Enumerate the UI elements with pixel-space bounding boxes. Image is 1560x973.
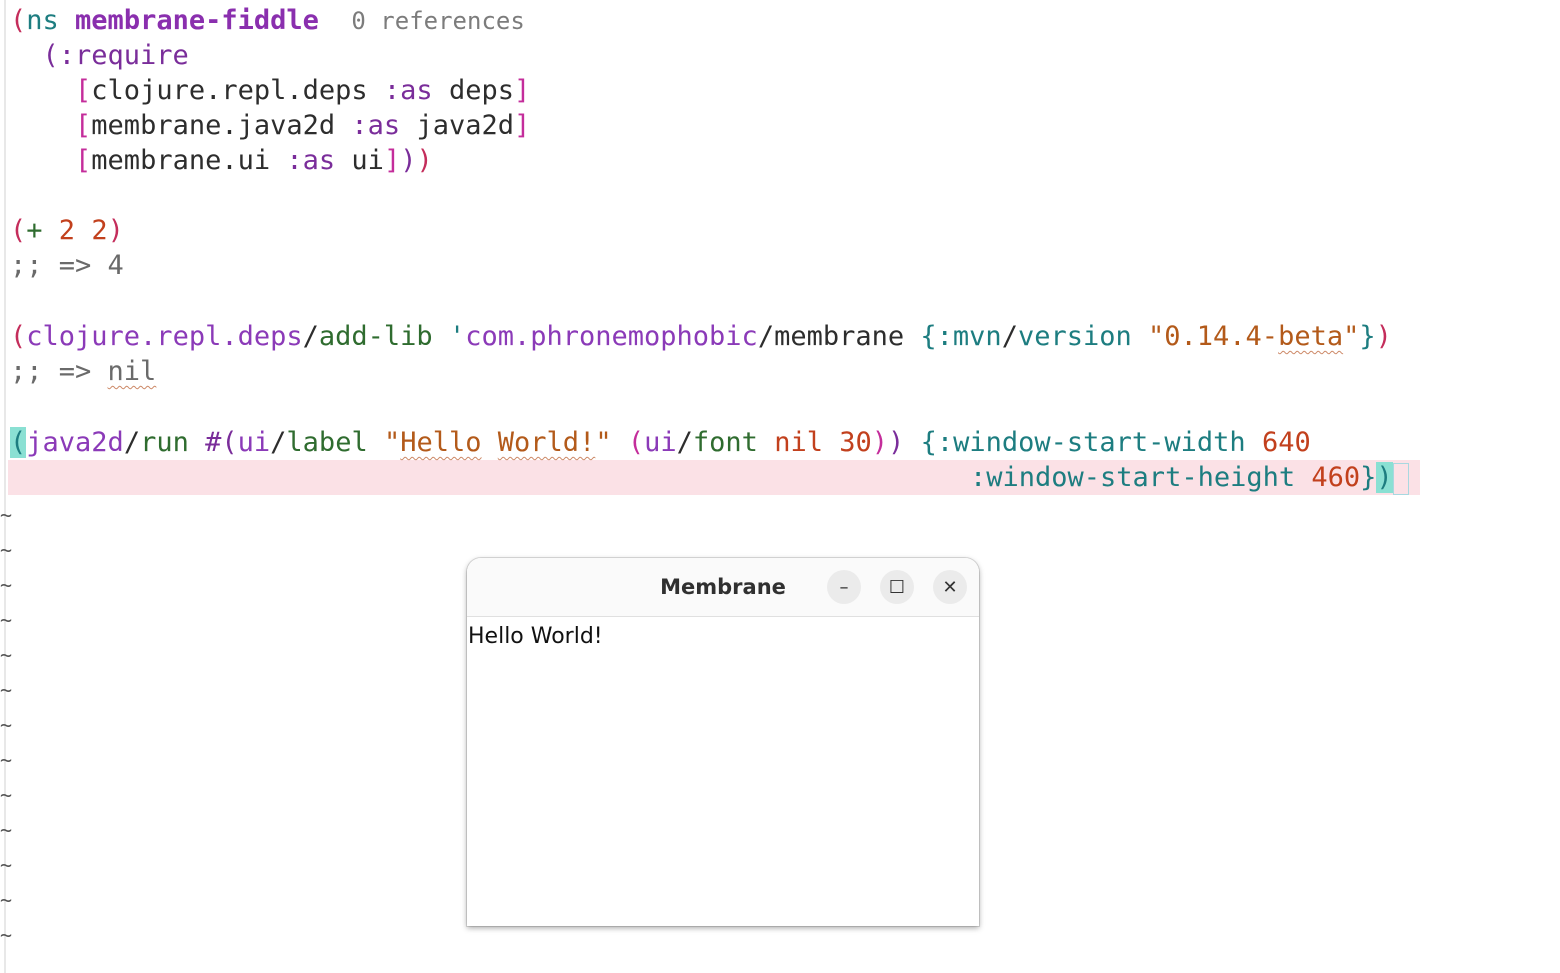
alias: deps	[448, 75, 514, 106]
code-line-addlib[interactable]: (clojure.repl.deps/add-lib 'com.phronemo…	[10, 319, 1392, 354]
lib-artifact: membrane	[774, 321, 905, 352]
lib-name: membrane.ui	[91, 145, 271, 176]
as-keyword: :as	[286, 145, 336, 176]
empty-line-marker: ~	[0, 748, 13, 772]
ns-name: membrane-fiddle	[75, 5, 319, 36]
lib-group: com.phronemophobic	[465, 321, 758, 352]
code-line-req3[interactable]: [membrane.ui :as ui]))	[10, 143, 433, 178]
matching-paren: )	[1376, 462, 1393, 493]
empty-line-marker: ~	[0, 538, 13, 562]
empty-line-marker: ~	[0, 678, 13, 702]
close-icon: ✕	[942, 576, 958, 598]
map-key: :window-start-height	[970, 462, 1296, 493]
membrane-window[interactable]: Membrane – ☐ ✕ Hello World!	[467, 558, 979, 926]
code-line-run-cont[interactable]: :window-start-height 460})	[970, 460, 1409, 495]
empty-line-marker: ~	[0, 643, 13, 667]
minimize-icon: –	[839, 576, 849, 598]
code-line-add-result[interactable]: ;; => 4	[10, 248, 124, 283]
number: 2	[91, 215, 108, 246]
result-value: 4	[107, 250, 124, 281]
empty-line-marker: ~	[0, 503, 13, 527]
maximize-icon: ☐	[888, 576, 906, 598]
matching-paren: (	[10, 427, 27, 458]
code-line-req1[interactable]: [clojure.repl.deps :as deps]	[10, 73, 530, 108]
map-key: :mvn	[936, 321, 1002, 352]
map-key-name: version	[1017, 321, 1132, 352]
fn-ns: java2d	[26, 427, 124, 458]
number: 2	[58, 215, 76, 246]
code-line-ns[interactable]: (ns membrane-fiddle 0 references	[10, 3, 525, 38]
code-line-run[interactable]: (java2d/run #(ui/label "Hello World!" (u…	[10, 425, 1311, 460]
lib-name: membrane.java2d	[91, 110, 336, 141]
empty-line-marker: ~	[0, 818, 13, 842]
empty-line-marker: ~	[0, 923, 13, 947]
code-line-addlib-result[interactable]: ;; => nil	[10, 354, 156, 389]
paren: (	[10, 5, 27, 36]
operator: +	[26, 215, 43, 246]
code-line-req2[interactable]: [membrane.java2d :as java2d]	[10, 108, 530, 143]
text-cursor	[1392, 462, 1409, 495]
alias: ui	[351, 145, 384, 176]
empty-line-marker: ~	[0, 713, 13, 737]
map-key: :window-start-width	[936, 427, 1246, 458]
empty-line-marker: ~	[0, 608, 13, 632]
window-titlebar[interactable]: Membrane – ☐ ✕	[467, 558, 979, 617]
code-line-add[interactable]: (+ 2 2)	[10, 213, 124, 248]
result-prefix: ;; =>	[10, 356, 92, 387]
alias: java2d	[416, 110, 514, 141]
close-button[interactable]: ✕	[933, 570, 967, 604]
fn-ns: clojure.repl.deps	[26, 321, 303, 352]
require-keyword: (:require	[42, 40, 189, 71]
as-keyword: :as	[351, 110, 401, 141]
empty-line-marker: ~	[0, 573, 13, 597]
maximize-button[interactable]: ☐	[880, 570, 914, 604]
references-lens[interactable]: 0 references	[351, 7, 524, 35]
result-prefix: ;; =>	[10, 250, 92, 281]
result-value: nil	[107, 356, 157, 387]
fn-name: add-lib	[318, 321, 433, 352]
empty-line-marker: ~	[0, 853, 13, 877]
empty-line-marker: ~	[0, 783, 13, 807]
fn-name: run	[140, 427, 189, 458]
as-keyword: :as	[383, 75, 433, 106]
hello-world-label: Hello World!	[468, 624, 603, 649]
lib-name: clojure.repl.deps	[91, 75, 368, 106]
version-string: beta	[1278, 321, 1344, 352]
code-line-require[interactable]: (:require	[10, 38, 189, 73]
ns-keyword: ns	[26, 5, 59, 36]
minimize-button[interactable]: –	[827, 570, 861, 604]
empty-line-marker: ~	[0, 888, 13, 912]
